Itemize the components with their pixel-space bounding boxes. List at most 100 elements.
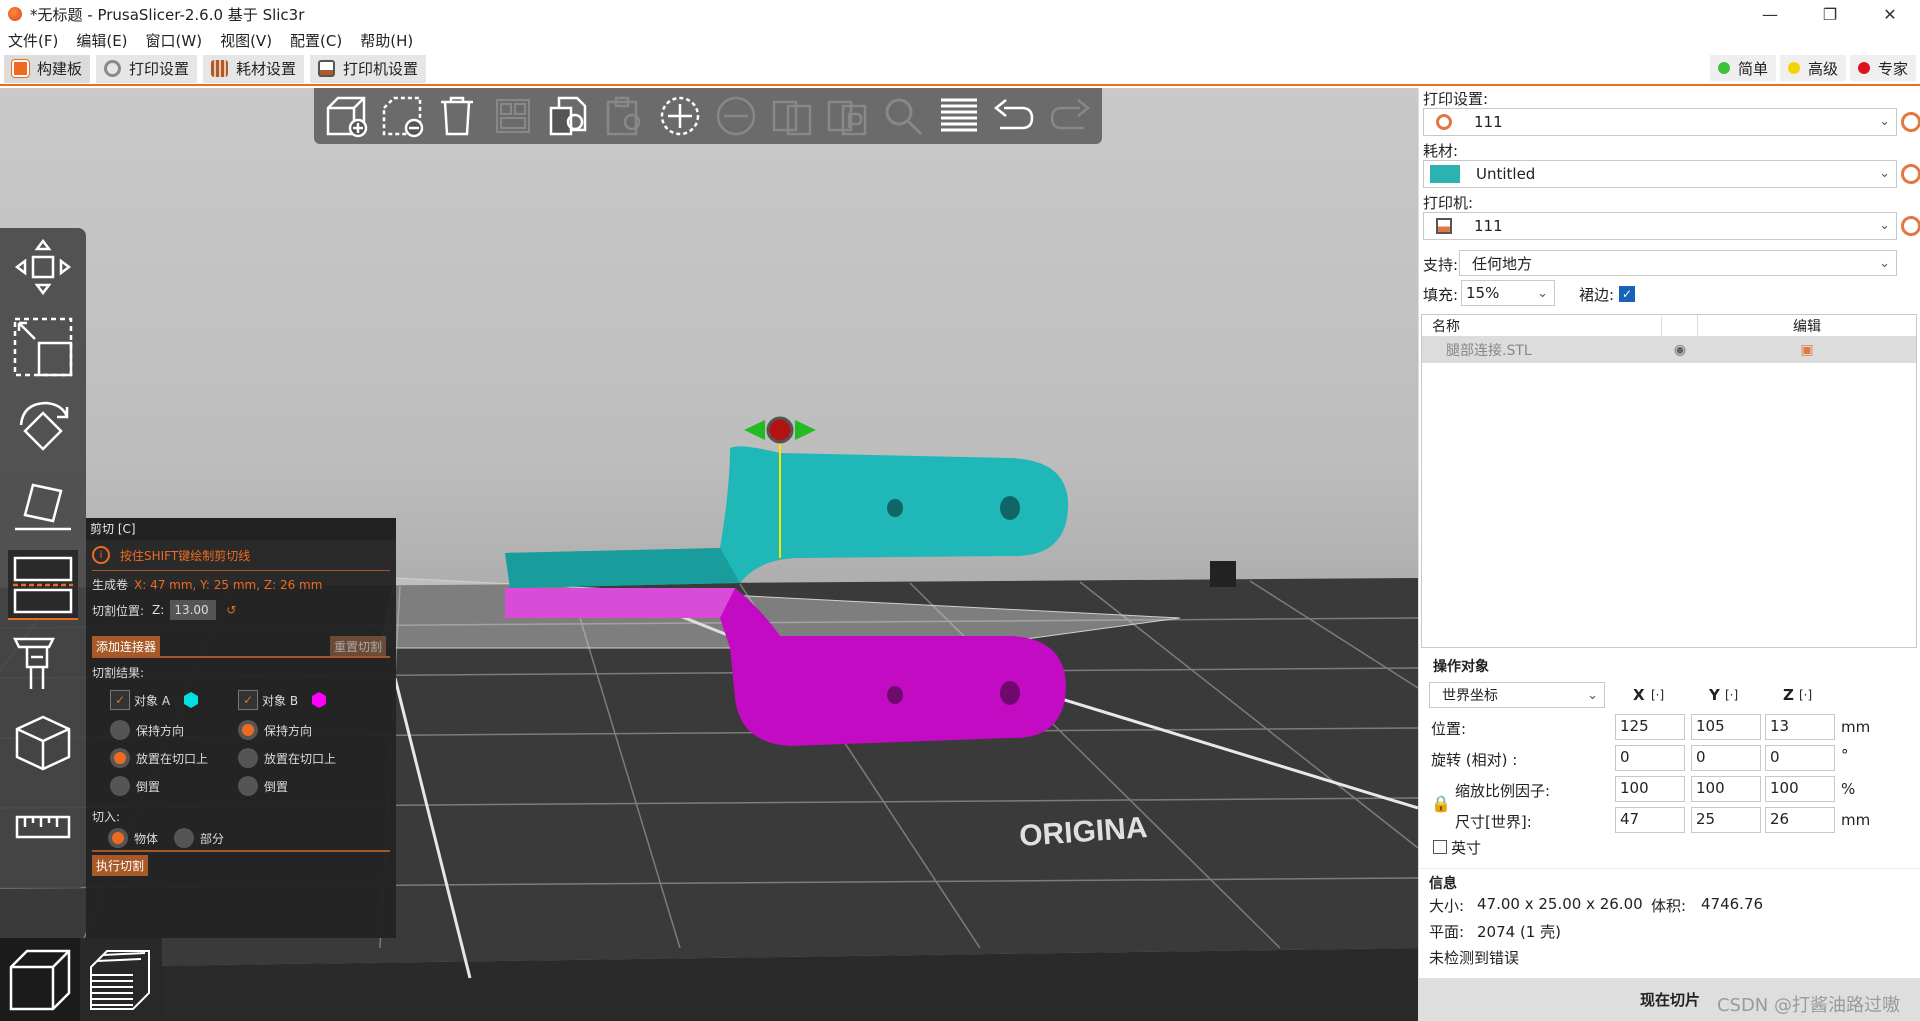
a-place-on-cut-radio[interactable] — [110, 748, 130, 768]
cut-z-input[interactable]: 13.00 — [170, 600, 217, 620]
menu-window[interactable]: 窗口(W) — [146, 30, 203, 51]
layers-editing-icon[interactable] — [935, 92, 983, 140]
position-label: 位置: — [1431, 720, 1467, 738]
mode-expert-button[interactable]: 专家 — [1849, 55, 1916, 81]
menu-view[interactable]: 视图(V) — [220, 30, 272, 51]
a-keep-orientation-radio[interactable] — [110, 720, 130, 740]
mode-simple-button[interactable]: 简单 — [1709, 55, 1776, 81]
add-connector-button[interactable]: 添加连接器 — [92, 636, 161, 657]
3d-viewport[interactable]: ORIGINA 剪切 [C] i 按住SHIFT键绘制剪切线 生成卷 X: 47… — [0, 88, 1418, 1021]
undo-icon[interactable] — [991, 92, 1039, 140]
object-b-color-icon — [312, 692, 327, 708]
menu-config[interactable]: 配置(C) — [290, 30, 342, 51]
scale-icon[interactable] — [8, 312, 78, 382]
size-x-input[interactable]: 47 — [1615, 807, 1685, 833]
cut-icon[interactable] — [8, 550, 78, 620]
menu-file[interactable]: 文件(F) — [8, 30, 58, 51]
list-item[interactable]: 腿部连接.STL ◉ ▣ — [1422, 337, 1916, 363]
menu-bar: 文件(F) 编辑(E) 窗口(W) 视图(V) 配置(C) 帮助(H) — [0, 28, 1920, 53]
size-y-input[interactable]: 25 — [1691, 807, 1761, 833]
filament-color-swatch[interactable] — [1430, 165, 1460, 183]
tab-print-settings-label: 打印设置 — [129, 60, 190, 78]
reset-cut-button[interactable]: 重置切割 — [330, 636, 387, 657]
add-icon[interactable] — [322, 92, 370, 140]
print-settings-value: 111 — [1474, 113, 1503, 131]
close-button[interactable]: ✕ — [1860, 0, 1920, 28]
drop-to-bed-icon[interactable]: [⋅] — [1651, 688, 1664, 702]
rotate-left-arrow-icon[interactable] — [744, 420, 765, 440]
b-place-on-cut-radio[interactable] — [238, 748, 258, 768]
info-facets-label: 平面: — [1429, 923, 1465, 941]
scale-x-input[interactable]: 100 — [1615, 776, 1685, 802]
drop-to-bed-icon[interactable]: [⋅] — [1725, 688, 1738, 702]
support-combo[interactable]: 任何地方 ⌄ — [1459, 250, 1897, 276]
place-on-face-icon[interactable] — [8, 472, 78, 542]
copy-icon[interactable] — [545, 92, 593, 140]
infill-combo[interactable]: 15% ⌄ — [1461, 280, 1555, 306]
axis-y-label: Y — [1709, 686, 1720, 704]
object-part-b-flange — [505, 588, 735, 618]
drop-to-bed-icon[interactable]: [⋅] — [1799, 688, 1812, 702]
cut-gizmo-handle[interactable] — [766, 416, 794, 444]
position-z-input[interactable]: 13 — [1765, 714, 1835, 740]
perform-cut-button[interactable]: 执行切割 — [92, 855, 149, 876]
maximize-button[interactable]: ❐ — [1800, 0, 1860, 28]
preview-layers-icon[interactable] — [80, 938, 160, 1021]
inches-checkbox[interactable] — [1433, 840, 1447, 854]
object-b-checkbox[interactable]: ✓ — [238, 690, 258, 710]
3d-view-icon[interactable] — [0, 938, 80, 1021]
b-keep-orientation-radio[interactable] — [238, 720, 258, 740]
coordinate-system-combo[interactable]: 世界坐标 ⌄ — [1429, 682, 1605, 708]
rotation-y-input[interactable]: 0 — [1691, 745, 1761, 771]
search-icon[interactable] — [879, 92, 927, 140]
printer-combo[interactable]: 111 ⌄ — [1423, 212, 1897, 240]
lock-icon[interactable]: 🔒 — [1431, 794, 1451, 813]
mode-advanced-button[interactable]: 高级 — [1779, 55, 1846, 81]
add-instance-icon[interactable] — [656, 92, 704, 140]
scale-z-input[interactable]: 100 — [1765, 776, 1835, 802]
cut-into-object-radio[interactable] — [108, 828, 128, 848]
brim-checkbox[interactable]: ✓ — [1619, 286, 1635, 302]
filament-combo[interactable]: Untitled ⌄ — [1423, 160, 1897, 188]
size-unit: mm — [1841, 811, 1871, 829]
menu-help[interactable]: 帮助(H) — [360, 30, 413, 51]
tab-printer-settings[interactable]: 打印机设置 — [310, 54, 427, 83]
delete-icon[interactable] — [378, 92, 426, 140]
scale-y-input[interactable]: 100 — [1691, 776, 1761, 802]
size-z-input[interactable]: 26 — [1765, 807, 1835, 833]
eye-icon[interactable]: ◉ — [1662, 342, 1698, 358]
undo-cut-position-icon[interactable]: ↺ — [226, 603, 236, 617]
tab-plater[interactable]: 构建板 — [4, 54, 91, 83]
minimize-button[interactable]: — — [1740, 0, 1800, 28]
delete-all-icon[interactable] — [433, 92, 481, 140]
menu-edit[interactable]: 编辑(E) — [76, 30, 127, 51]
paint-supports-icon[interactable] — [8, 628, 78, 698]
infill-label: 填充: — [1423, 286, 1459, 304]
printer-gear-icon[interactable] — [1901, 216, 1920, 236]
a-flip-radio[interactable] — [110, 776, 130, 796]
measure-object-icon[interactable] — [8, 708, 78, 778]
rotate-icon[interactable] — [8, 392, 78, 462]
object-b-label: 对象 B — [262, 693, 299, 708]
cut-into-part-radio[interactable] — [174, 828, 195, 848]
position-y-input[interactable]: 105 — [1691, 714, 1761, 740]
rotate-right-arrow-icon[interactable] — [795, 420, 816, 440]
print-settings-gear-icon[interactable] — [1901, 112, 1920, 132]
move-icon[interactable] — [8, 232, 78, 302]
tab-filament-settings[interactable]: 耗材设置 — [203, 54, 305, 83]
ruler-icon[interactable] — [8, 792, 78, 862]
cut-result-label: 切割结果: — [92, 666, 145, 680]
edit-object-icon[interactable]: ▣ — [1698, 342, 1916, 358]
position-x-input[interactable]: 125 — [1615, 714, 1685, 740]
print-settings-combo[interactable]: 111 ⌄ — [1423, 108, 1897, 136]
info-volume-value: 4746.76 — [1701, 895, 1764, 913]
split-objects-icon — [768, 92, 816, 140]
filament-gear-icon[interactable] — [1901, 164, 1920, 184]
view-toolbar — [0, 938, 162, 1021]
object-a-color-icon — [184, 692, 199, 708]
b-flip-radio[interactable] — [238, 776, 258, 796]
tab-print-settings[interactable]: 打印设置 — [96, 54, 198, 83]
object-a-checkbox[interactable]: ✓ — [110, 690, 130, 710]
rotation-x-input[interactable]: 0 — [1615, 745, 1685, 771]
rotation-z-input[interactable]: 0 — [1765, 745, 1835, 771]
